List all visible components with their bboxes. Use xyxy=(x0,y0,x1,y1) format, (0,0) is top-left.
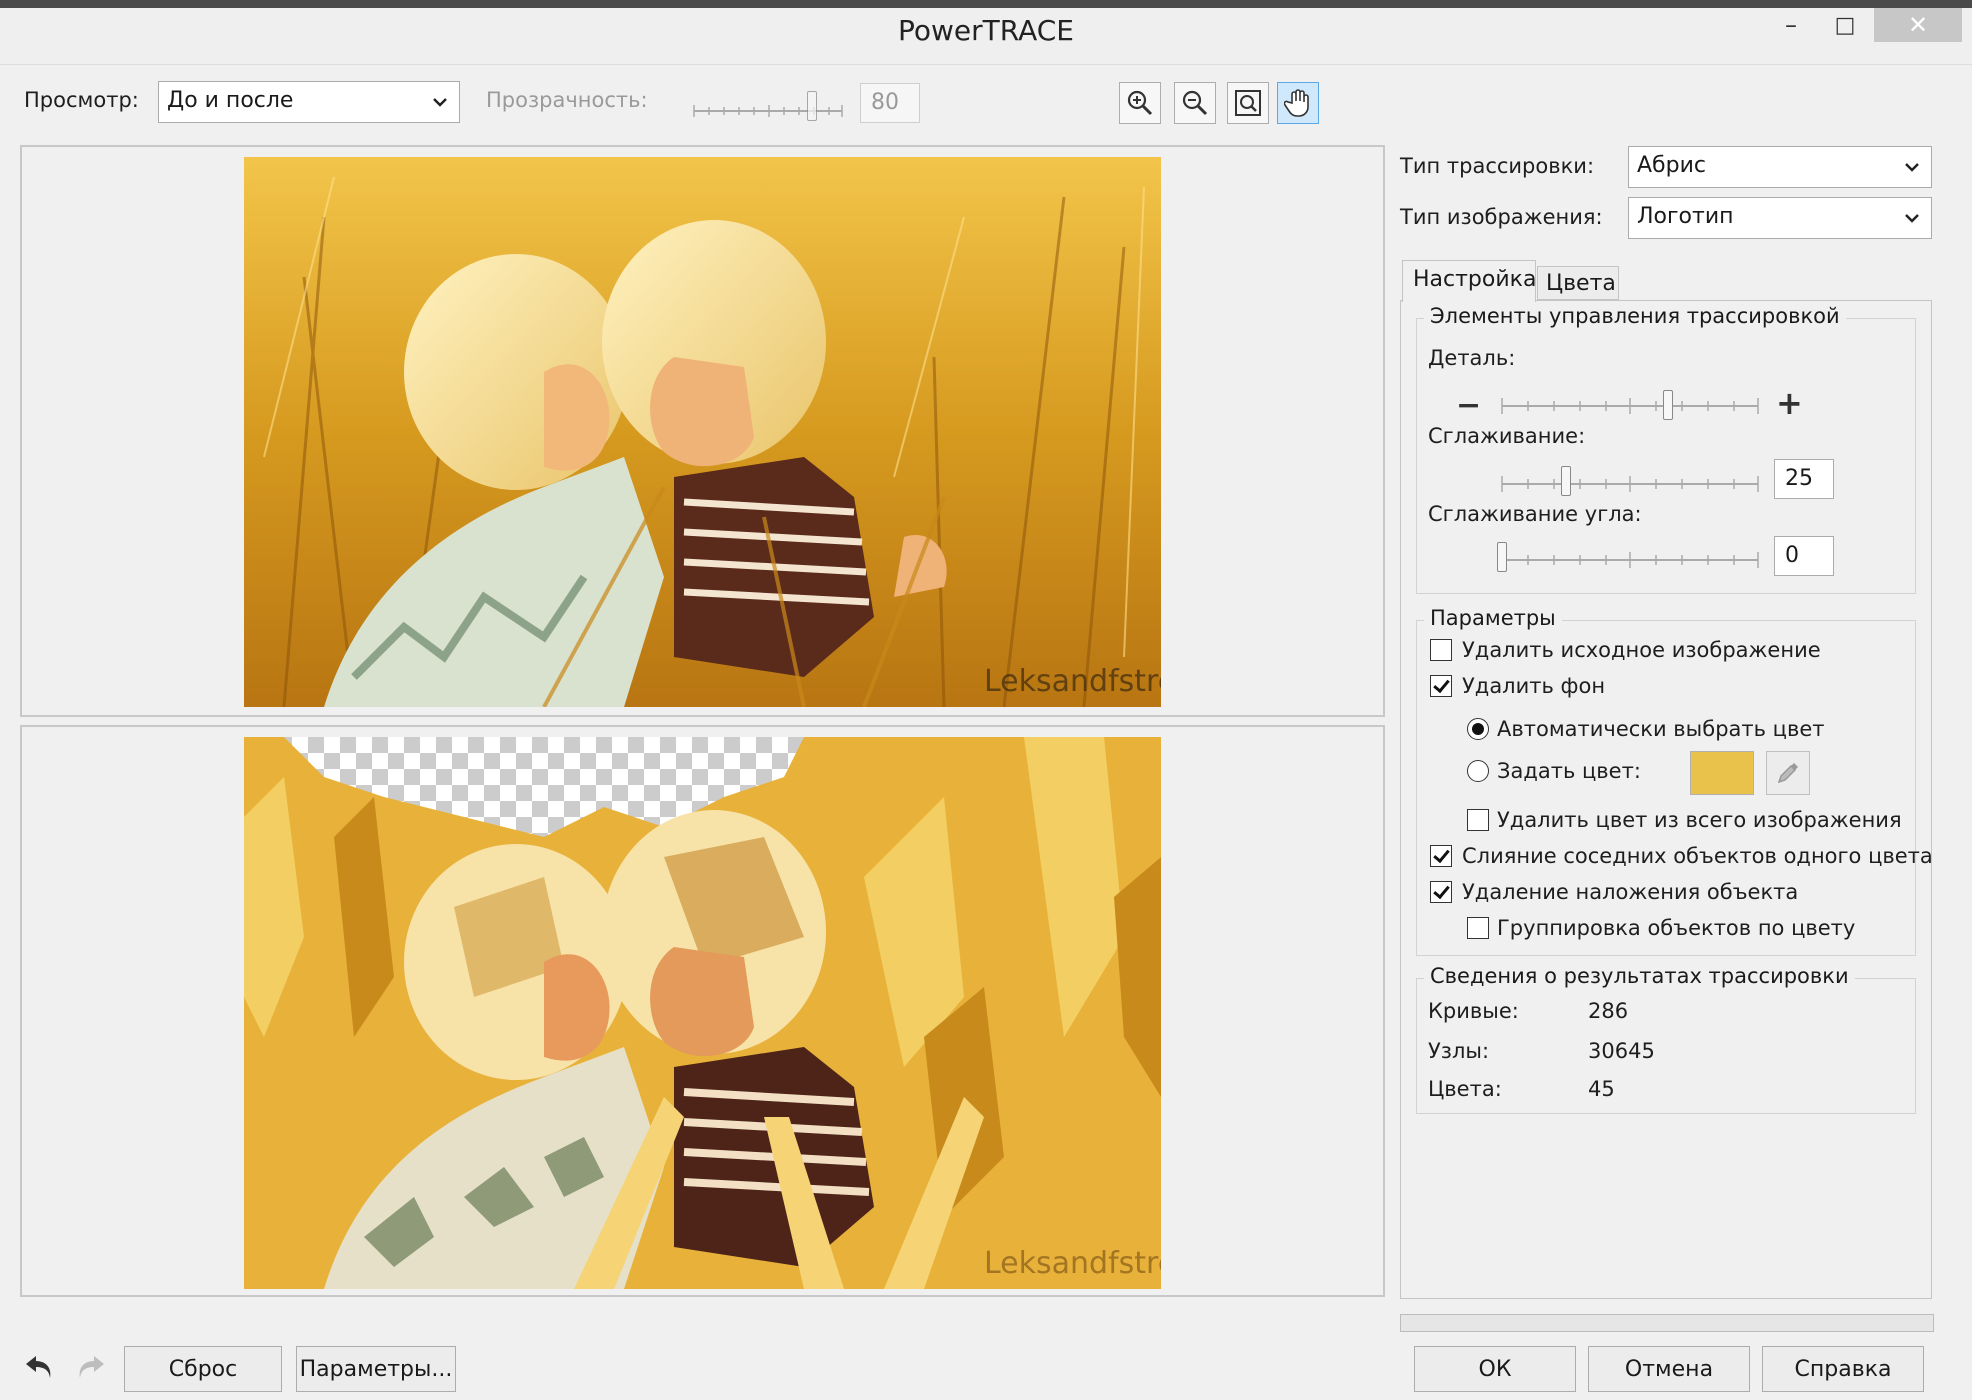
remove-color-all-checkbox[interactable] xyxy=(1467,809,1489,831)
options-button[interactable]: Параметры... xyxy=(296,1346,456,1392)
trace-type-select[interactable]: Абрис xyxy=(1628,146,1932,188)
zoom-in-button[interactable] xyxy=(1119,82,1161,124)
detail-plus-icon[interactable]: + xyxy=(1776,384,1803,422)
parameters-group xyxy=(1416,620,1916,956)
trace-controls-title: Элементы управления трассировкой xyxy=(1424,304,1846,328)
zoom-fit-icon xyxy=(1235,90,1261,116)
detail-label: Деталь: xyxy=(1428,346,1516,370)
view-select-value: До и после xyxy=(167,88,294,113)
original-photo: Leksandfstreak xyxy=(244,157,1161,707)
powertrace-dialog: PowerTRACE – □ ✕ Просмотр: До и после Пр… xyxy=(0,0,1972,1400)
eyedropper-button[interactable] xyxy=(1766,751,1810,795)
traced-result-preview: Leksandfstreak xyxy=(244,737,1161,1289)
transparency-slider[interactable] xyxy=(692,100,844,122)
corner-smoothing-label: Сглаживание угла: xyxy=(1428,502,1642,526)
progress-bar xyxy=(1400,1314,1934,1332)
window-title: PowerTRACE xyxy=(898,14,1074,47)
hand-pan-icon xyxy=(1284,89,1309,117)
view-select[interactable]: До и после xyxy=(158,81,460,123)
watermark-text: Leksandfstreak xyxy=(984,664,1161,699)
chevron-down-icon xyxy=(433,98,447,107)
remove-color-all-label[interactable]: Удалить цвет из всего изображения xyxy=(1497,808,1902,832)
detail-minus-icon[interactable]: − xyxy=(1456,388,1481,423)
auto-color-label[interactable]: Автоматически выбрать цвет xyxy=(1497,717,1825,741)
corner-smoothing-input[interactable]: 0 xyxy=(1774,536,1834,576)
colors-value: 45 xyxy=(1588,1077,1615,1101)
curves-value: 286 xyxy=(1588,999,1629,1023)
preview-after-pane[interactable]: Leksandfstreak xyxy=(20,725,1385,1297)
set-color-label[interactable]: Задать цвет: xyxy=(1497,759,1641,783)
trace-type-value: Абрис xyxy=(1637,153,1706,178)
close-button[interactable]: ✕ xyxy=(1874,8,1962,42)
ok-button[interactable]: ОК xyxy=(1414,1346,1576,1392)
tab-settings[interactable]: Настройка xyxy=(1402,260,1536,302)
cancel-button[interactable]: Отмена xyxy=(1588,1346,1750,1392)
tab-colors[interactable]: Цвета xyxy=(1537,266,1619,300)
smoothing-label: Сглаживание: xyxy=(1428,424,1586,448)
chevron-down-icon xyxy=(1905,163,1919,172)
background-color-swatch[interactable] xyxy=(1690,751,1754,795)
minimize-button[interactable]: – xyxy=(1766,8,1816,42)
curves-label: Кривые: xyxy=(1428,999,1519,1023)
group-by-color-label[interactable]: Группировка объектов по цвету xyxy=(1497,916,1855,940)
transparency-slider-thumb[interactable] xyxy=(807,91,818,121)
zoom-out-button[interactable] xyxy=(1174,82,1216,124)
auto-color-radio[interactable] xyxy=(1467,718,1489,740)
delete-original-checkbox[interactable] xyxy=(1430,639,1452,661)
delete-original-label[interactable]: Удалить исходное изображение xyxy=(1462,638,1821,662)
redo-icon xyxy=(79,1356,104,1378)
parameters-title: Параметры xyxy=(1424,606,1562,630)
remove-background-checkbox[interactable] xyxy=(1430,675,1452,697)
trace-results-title: Сведения о результатах трассировки xyxy=(1424,964,1855,988)
merge-adjacent-checkbox[interactable] xyxy=(1430,845,1452,867)
help-button[interactable]: Справка xyxy=(1762,1346,1924,1392)
transparency-label: Прозрачность: xyxy=(486,88,648,112)
eyedropper-icon xyxy=(1777,763,1798,784)
image-type-select[interactable]: Логотип xyxy=(1628,197,1932,239)
zoom-in-icon xyxy=(1127,90,1153,116)
undo-icon xyxy=(26,1356,51,1378)
nodes-label: Узлы: xyxy=(1428,1039,1490,1063)
group-by-color-checkbox[interactable] xyxy=(1467,917,1489,939)
detail-slider-thumb[interactable] xyxy=(1663,390,1674,420)
image-type-value: Логотип xyxy=(1637,204,1734,229)
transparency-input[interactable]: 80 xyxy=(860,83,920,123)
chevron-down-icon xyxy=(1905,214,1919,223)
redo-button[interactable] xyxy=(70,1346,112,1388)
detail-slider[interactable] xyxy=(1500,394,1760,418)
undo-button[interactable] xyxy=(18,1346,60,1388)
merge-adjacent-label[interactable]: Слияние соседних объектов одного цвета xyxy=(1462,844,1933,868)
remove-overlap-label[interactable]: Удаление наложения объекта xyxy=(1462,880,1798,904)
watermark-text-traced: Leksandfstreak xyxy=(984,1246,1161,1281)
zoom-out-icon xyxy=(1182,90,1208,116)
smoothing-input[interactable]: 25 xyxy=(1774,459,1834,499)
trace-type-label: Тип трассировки: xyxy=(1400,154,1595,178)
pan-button[interactable] xyxy=(1277,82,1319,124)
remove-background-label[interactable]: Удалить фон xyxy=(1462,674,1605,698)
corner-smoothing-slider-thumb[interactable] xyxy=(1497,542,1507,572)
maximize-button[interactable]: □ xyxy=(1820,8,1870,42)
smoothing-slider[interactable] xyxy=(1500,472,1760,496)
zoom-fit-button[interactable] xyxy=(1227,82,1269,124)
title-bar: PowerTRACE – □ ✕ xyxy=(0,0,1972,65)
smoothing-slider-thumb[interactable] xyxy=(1561,466,1571,496)
view-label: Просмотр: xyxy=(24,88,139,112)
image-type-label: Тип изображения: xyxy=(1400,205,1603,229)
preview-before-pane[interactable]: Leksandfstreak xyxy=(20,145,1385,717)
set-color-radio[interactable] xyxy=(1467,760,1489,782)
nodes-value: 30645 xyxy=(1588,1039,1655,1063)
remove-overlap-checkbox[interactable] xyxy=(1430,881,1452,903)
corner-smoothing-slider[interactable] xyxy=(1500,548,1760,572)
reset-button[interactable]: Сброс xyxy=(124,1346,282,1392)
colors-label: Цвета: xyxy=(1428,1077,1502,1101)
